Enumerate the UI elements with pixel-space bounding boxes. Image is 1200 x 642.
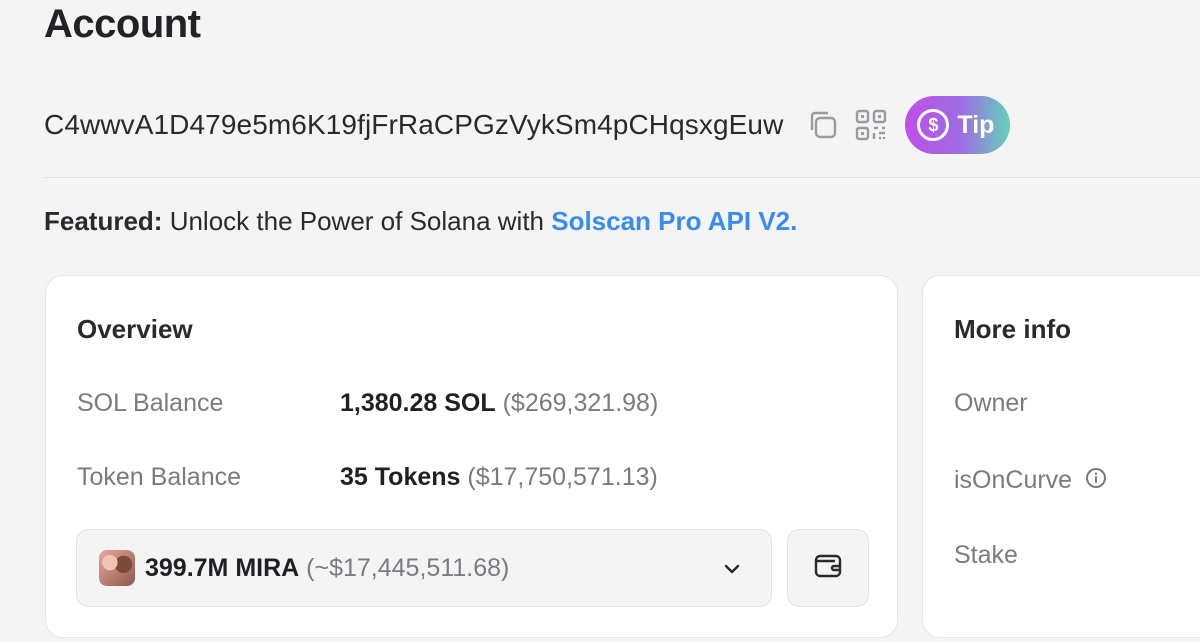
selected-token-amount: 399.7M MIRA (145, 553, 300, 582)
sol-balance-label: SOL Balance (77, 389, 224, 417)
wallet-button[interactable] (787, 529, 869, 607)
more-info-card: More info Owner isOnCurve Stake (922, 275, 1200, 638)
sol-balance-amount: 1,380.28 SOL (340, 389, 496, 417)
tip-label: Tip (957, 110, 995, 139)
tip-button[interactable]: $ Tip (905, 96, 1011, 154)
selected-token-usd: (~$17,445,511.68) (306, 553, 510, 582)
divider (44, 177, 1200, 178)
qr-code-icon[interactable] (853, 107, 889, 143)
copy-icon[interactable] (805, 107, 841, 143)
address-row: C4wwvA1D479e5m6K19fjFrRaCPGzVykSm4pCHqsx… (44, 94, 1011, 156)
overview-title: Overview (77, 314, 193, 344)
more-info-stake-label: Stake (954, 541, 1018, 569)
solscan-pro-api-link[interactable]: Solscan Pro API V2. (551, 206, 797, 236)
token-balance-count: 35 Tokens (340, 463, 461, 491)
more-info-isoncurve-row: isOnCurve (954, 466, 1107, 496)
overview-card: Overview SOL Balance 1,380.28 SOL ($269,… (45, 275, 898, 638)
dollar-circle-icon: $ (917, 109, 950, 141)
info-icon[interactable] (1085, 467, 1107, 496)
account-address: C4wwvA1D479e5m6K19fjFrRaCPGzVykSm4pCHqsx… (44, 109, 784, 140)
featured-text: Unlock the Power of Solana with (162, 206, 552, 236)
featured-prefix: Featured: (44, 206, 163, 236)
wallet-icon (813, 551, 843, 586)
token-avatar (99, 550, 135, 586)
more-info-title: More info (954, 314, 1071, 344)
selected-token: 399.7M MIRA (~$17,445,511.68) (145, 554, 509, 583)
page-title: Account (44, 2, 201, 46)
featured-banner: Featured: Unlock the Power of Solana wit… (44, 206, 797, 237)
token-balance-label: Token Balance (77, 463, 242, 491)
sol-balance-usd: ($269,321.98) (502, 389, 659, 417)
token-balance-value: 35 Tokens ($17,750,571.13) (340, 463, 658, 492)
more-info-owner-label: Owner (954, 389, 1028, 417)
token-balance-usd: ($17,750,571.13) (467, 463, 658, 491)
more-info-isoncurve-label: isOnCurve (954, 466, 1073, 494)
token-select-dropdown[interactable]: 399.7M MIRA (~$17,445,511.68) (76, 529, 772, 607)
chevron-down-icon (721, 558, 743, 585)
sol-balance-value: 1,380.28 SOL ($269,321.98) (340, 389, 658, 418)
